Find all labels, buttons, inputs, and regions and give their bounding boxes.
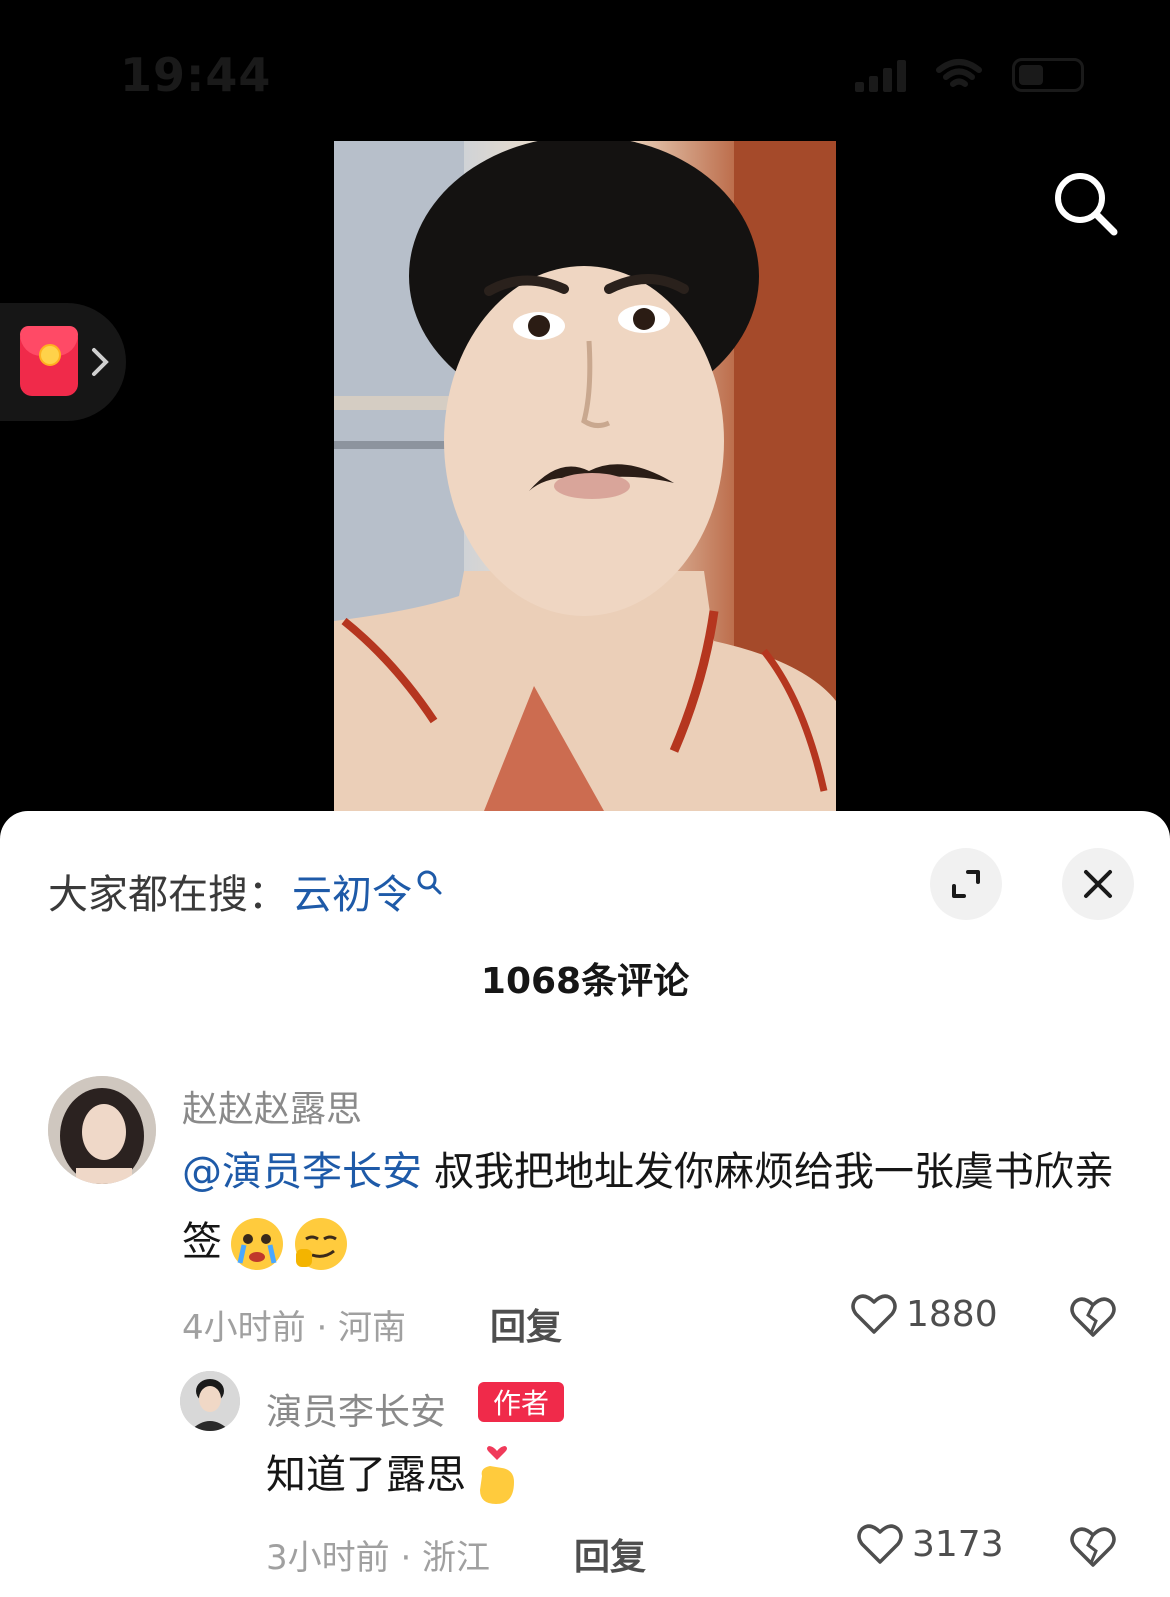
comment-time-location: 3小时前 · 浙江: [266, 1538, 491, 1578]
broken-heart-icon[interactable]: [1068, 1523, 1118, 1569]
close-icon: [1084, 870, 1112, 898]
search-suggestion-prefix: 大家都在搜：: [48, 872, 288, 918]
reply-button[interactable]: 回复: [490, 1298, 562, 1350]
comment-time-location: 4小时前 · 河南: [182, 1308, 407, 1348]
status-icons: [855, 58, 1084, 92]
red-packet-icon[interactable]: [20, 326, 78, 396]
chevron-right-icon[interactable]: [88, 342, 112, 382]
expand-button[interactable]: [930, 848, 1002, 920]
heart-icon: [851, 1294, 897, 1334]
heart-icon: [857, 1524, 903, 1564]
like-count: 3173: [912, 1523, 1004, 1565]
video-frame[interactable]: [334, 141, 836, 811]
crying-emoji-icon: [231, 1218, 283, 1270]
search-mini-icon: [417, 870, 442, 895]
comment-username[interactable]: 赵赵赵露思: [182, 1080, 362, 1132]
wifi-icon: [936, 59, 982, 87]
finger-heart-emoji-icon: [480, 1446, 514, 1504]
author-badge: 作者: [478, 1382, 564, 1422]
comment-username[interactable]: 演员李长安: [266, 1383, 446, 1435]
broken-heart-icon[interactable]: [1068, 1293, 1118, 1339]
status-time: 19:44: [120, 48, 272, 102]
search-icon[interactable]: [1050, 168, 1122, 240]
mention-link[interactable]: @演员李长安: [182, 1149, 422, 1195]
like-count: 1880: [906, 1293, 998, 1335]
avatar[interactable]: [48, 1076, 156, 1184]
comment-body: 知道了露思: [266, 1452, 466, 1498]
comment-count: 1068条评论: [480, 961, 690, 1002]
close-button[interactable]: [1062, 848, 1134, 920]
smirk-emoji-icon: [295, 1218, 347, 1270]
comment-text: 知道了露思: [266, 1440, 1066, 1510]
signal-icon: [855, 58, 906, 92]
like-button[interactable]: 3173: [856, 1522, 1004, 1566]
battery-icon: [1012, 58, 1084, 92]
like-button[interactable]: 1880: [850, 1292, 998, 1336]
avatar[interactable]: [180, 1371, 240, 1431]
reply-button[interactable]: 回复: [574, 1528, 646, 1580]
search-suggestion-term[interactable]: 云初令: [292, 862, 412, 920]
expand-icon: [952, 870, 980, 898]
search-suggestion[interactable]: 大家都在搜： 云初令: [48, 862, 444, 920]
comment-text: @演员李长安 叔我把地址发你麻烦给我一张虞书欣亲签: [182, 1137, 1122, 1277]
